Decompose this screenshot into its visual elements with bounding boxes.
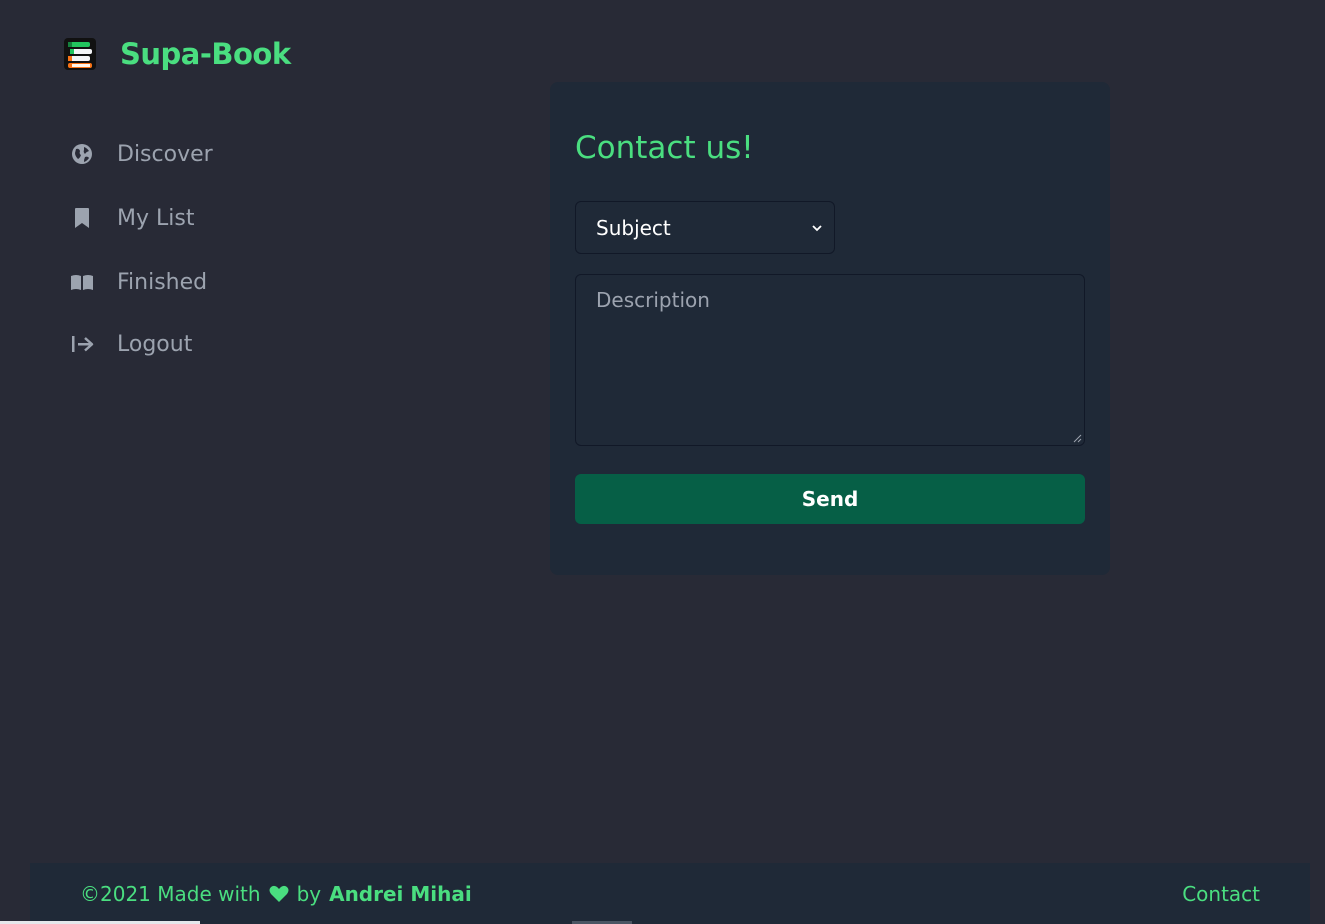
sidebar-item-label: My List <box>117 205 195 231</box>
books-stack-icon <box>64 38 96 70</box>
footer-made-with: ©2021 Made with <box>80 881 261 906</box>
contact-card: Contact us! Subject Description Send <box>550 82 1110 575</box>
globe-icon <box>70 142 94 166</box>
heart-icon <box>269 885 289 902</box>
page-title: Contact us! <box>575 130 754 166</box>
sidebar-item-finished[interactable]: Finished <box>70 258 213 306</box>
open-book-icon <box>70 270 94 294</box>
sidebar-item-my-list[interactable]: My List <box>70 194 213 242</box>
sidebar-item-discover[interactable]: Discover <box>70 130 213 178</box>
sidebar-item-label: Discover <box>117 141 213 167</box>
sidebar-item-logout[interactable]: Logout <box>70 320 213 368</box>
description-field[interactable]: Description <box>575 274 1085 446</box>
bookmark-icon <box>70 206 94 230</box>
footer-contact-link[interactable]: Contact <box>1182 882 1260 906</box>
sidebar-nav: Discover My List Finished Logout <box>70 130 213 384</box>
footer: ©2021 Made with by Andrei Mihai Contact <box>30 863 1310 924</box>
subject-select[interactable]: Subject <box>575 201 835 254</box>
description-placeholder: Description <box>596 288 710 312</box>
footer-by: by <box>296 881 322 906</box>
send-button[interactable]: Send <box>575 474 1085 524</box>
resize-handle-icon[interactable] <box>1072 433 1082 443</box>
sidebar-item-label: Logout <box>117 331 193 357</box>
brand-name: Supa-Book <box>120 37 291 71</box>
footer-credit: ©2021 Made with by Andrei Mihai <box>80 882 472 906</box>
chevron-down-icon <box>812 224 822 231</box>
sidebar-item-label: Finished <box>117 269 208 295</box>
subject-select-value: Subject <box>596 215 671 240</box>
logout-arrow-icon <box>70 332 94 356</box>
footer-author-link[interactable]: Andrei Mihai <box>329 882 472 906</box>
brand[interactable]: Supa-Book <box>62 36 291 72</box>
